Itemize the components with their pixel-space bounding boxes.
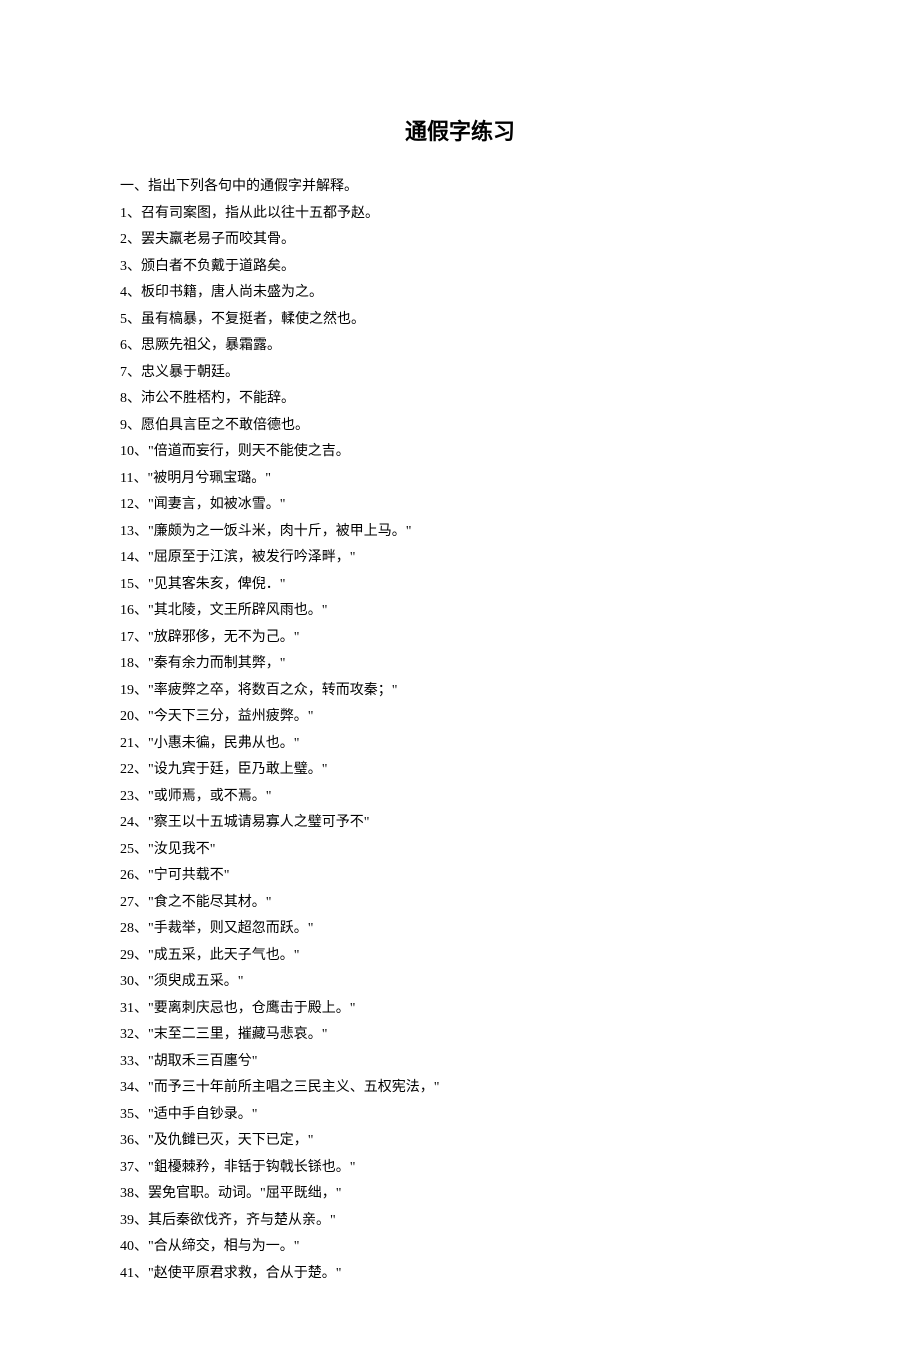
list-item: 18、"秦有余力而制其弊，" [120,651,800,678]
list-item: 23、"或师焉，或不焉。" [120,784,800,811]
list-item: 24、"察王以十五城请易寡人之璧可予不" [120,810,800,837]
list-item: 7、忠义暴于朝廷。 [120,360,800,387]
list-item: 32、"末至二三里，摧藏马悲哀。" [120,1022,800,1049]
list-item: 12、"闻妻言，如被冰雪。" [120,492,800,519]
list-item: 22、"设九宾于廷，臣乃敢上璧。" [120,757,800,784]
list-item: 38、罢免官职。动词。"屈平既绌，" [120,1181,800,1208]
list-item: 8、沛公不胜桮杓，不能辞。 [120,386,800,413]
list-item: 4、板印书籍，唐人尚未盛为之。 [120,280,800,307]
exercise-list: 1、召有司案图，指从此以往十五都予赵。2、罢夫羸老易子而咬其骨。3、颁白者不负戴… [120,201,800,1288]
list-item: 39、其后秦欲伐齐，齐与楚从亲。" [120,1208,800,1235]
list-item: 21、"小惠未徧，民弗从也。" [120,731,800,758]
list-item: 30、"须臾成五采。" [120,969,800,996]
list-item: 27、"食之不能尽其材。" [120,890,800,917]
list-item: 36、"及仇雠已灭，天下已定，" [120,1128,800,1155]
list-item: 10、"倍道而妄行，则天不能使之吉。 [120,439,800,466]
list-item: 33、"胡取禾三百廛兮" [120,1049,800,1076]
list-item: 19、"率疲弊之卒，将数百之众，转而攻秦；" [120,678,800,705]
list-item: 14、"屈原至于江滨，被发行吟泽畔，" [120,545,800,572]
page-title: 通假字练习 [120,114,800,146]
list-item: 34、"而予三十年前所主唱之三民主义、五权宪法，" [120,1075,800,1102]
list-item: 40、"合从缔交，相与为一。" [120,1234,800,1261]
list-item: 2、罢夫羸老易子而咬其骨。 [120,227,800,254]
list-item: 3、颁白者不负戴于道路矣。 [120,254,800,281]
list-item: 16、"其北陵，文王所辟风雨也。" [120,598,800,625]
list-item: 15、"见其客朱亥，俾倪．" [120,572,800,599]
list-item: 41、"赵使平原君求救，合从于楚。" [120,1261,800,1288]
list-item: 25、"汝见我不" [120,837,800,864]
list-item: 37、"鉏櫌棘矜，非铦于钩戟长铩也。" [120,1155,800,1182]
list-item: 13、"廉颇为之一饭斗米，肉十斤，被甲上马。" [120,519,800,546]
list-item: 20、"今天下三分，益州疲弊。" [120,704,800,731]
list-item: 31、"要离刺庆忌也，仓鹰击于殿上。" [120,996,800,1023]
list-item: 26、"宁可共载不" [120,863,800,890]
list-item: 11、"被明月兮珮宝璐。" [120,466,800,493]
list-item: 5、虽有槁暴，不复挺者，輮使之然也。 [120,307,800,334]
list-item: 1、召有司案图，指从此以往十五都予赵。 [120,201,800,228]
list-item: 17、"放辟邪侈，无不为己。" [120,625,800,652]
list-item: 6、思厥先祖父，暴霜露。 [120,333,800,360]
list-item: 35、"适中手自钞录。" [120,1102,800,1129]
instruction-text: 一、指出下列各句中的通假字并解释。 [120,174,800,201]
list-item: 28、"手裁举，则又超忽而跃。" [120,916,800,943]
list-item: 29、"成五采，此天子气也。" [120,943,800,970]
list-item: 9、愿伯具言臣之不敢倍德也。 [120,413,800,440]
